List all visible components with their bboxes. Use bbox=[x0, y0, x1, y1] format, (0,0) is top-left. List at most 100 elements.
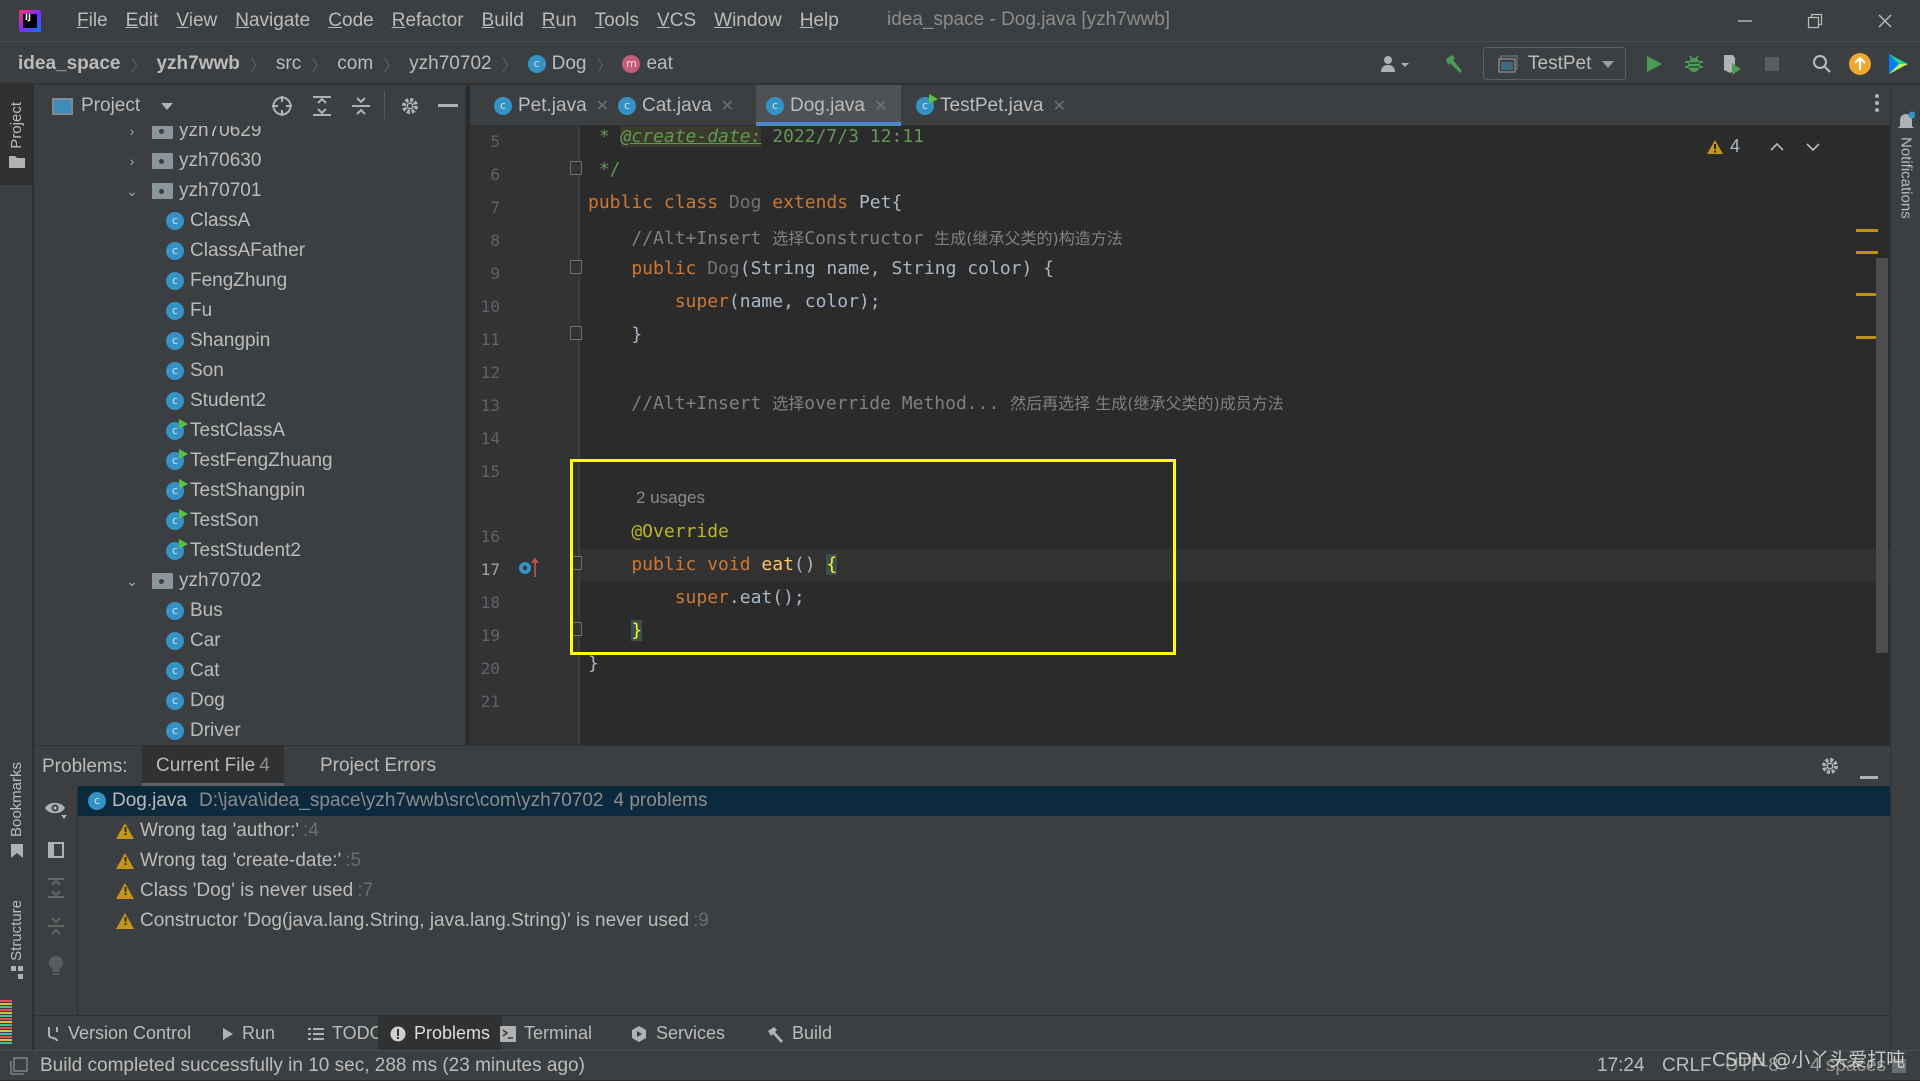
vcs-user-button[interactable] bbox=[1375, 50, 1415, 77]
tree-class[interactable]: c Cat bbox=[166, 656, 220, 686]
hide-problems-button[interactable] bbox=[1860, 764, 1878, 786]
run-configuration-select[interactable]: TestPet bbox=[1483, 47, 1626, 80]
tree-class[interactable]: c TestShangpin bbox=[166, 476, 305, 506]
tree-class[interactable]: c Driver bbox=[166, 716, 241, 745]
chevron-right-icon[interactable]: › bbox=[124, 153, 140, 169]
restore-button[interactable] bbox=[1785, 0, 1845, 42]
code-with-me-button[interactable] bbox=[1884, 50, 1912, 77]
editor-tab-testpet[interactable]: c TestPet.java ✕ bbox=[906, 85, 1080, 126]
menu-build[interactable]: Build bbox=[473, 10, 533, 32]
tree-class[interactable]: c Car bbox=[166, 626, 221, 656]
inspection-widget[interactable]: 4 bbox=[1706, 136, 1820, 157]
chevron-down-icon[interactable]: ⌄ bbox=[124, 573, 140, 590]
problem-file-row[interactable]: c Dog.java D:\java\idea_space\yzh7wwb\sr… bbox=[78, 786, 1890, 816]
tool-window-run[interactable]: Run bbox=[210, 1016, 287, 1051]
menu-window[interactable]: Window bbox=[705, 10, 791, 32]
warning-marker[interactable] bbox=[1856, 229, 1878, 232]
menu-view[interactable]: View bbox=[167, 10, 226, 32]
tree-folder[interactable]: ⌄ yzh70702 bbox=[124, 566, 261, 596]
run-button[interactable] bbox=[1640, 50, 1668, 77]
tree-class[interactable]: c ClassA bbox=[166, 206, 250, 236]
close-tab-icon[interactable]: ✕ bbox=[874, 96, 887, 116]
menu-vcs[interactable]: VCS bbox=[648, 10, 705, 32]
menu-file[interactable]: File bbox=[68, 10, 117, 32]
intellij-logo-icon[interactable]: IJ bbox=[19, 10, 41, 32]
problems-tab-current-file[interactable]: Current File 4 bbox=[142, 746, 284, 786]
warning-marker[interactable] bbox=[1856, 251, 1878, 254]
tool-window-terminal[interactable]: Terminal bbox=[488, 1016, 604, 1051]
menu-run[interactable]: Run bbox=[533, 10, 586, 32]
editor-scrollbar[interactable] bbox=[1876, 258, 1888, 653]
breadcrumb-item[interactable]: src bbox=[276, 53, 301, 75]
tree-class[interactable]: c TestStudent2 bbox=[166, 536, 301, 566]
hide-panel-button[interactable] bbox=[437, 95, 459, 117]
tree-class[interactable]: c TestFengZhuang bbox=[166, 446, 333, 476]
tree-class[interactable]: c Shangpin bbox=[166, 326, 270, 356]
menu-edit[interactable]: Edit bbox=[117, 10, 168, 32]
tree-class[interactable]: c Fu bbox=[166, 296, 212, 326]
problems-tab-project-errors[interactable]: Project Errors bbox=[306, 746, 450, 786]
more-tabs-button[interactable] bbox=[1874, 93, 1880, 119]
preview-toggle-button[interactable] bbox=[44, 838, 68, 862]
breadcrumb-item[interactable]: yzh70702 bbox=[409, 53, 491, 75]
breadcrumb-item[interactable]: yzh7wwb bbox=[156, 53, 239, 75]
breadcrumb-item[interactable]: idea_space bbox=[18, 53, 120, 75]
tree-folder[interactable]: › yzh70629 bbox=[124, 126, 261, 146]
menu-navigate[interactable]: Navigate bbox=[226, 10, 319, 32]
breadcrumb-item[interactable]: c Dog bbox=[527, 53, 586, 75]
build-project-button[interactable] bbox=[1440, 50, 1468, 77]
tree-class[interactable]: c TestClassA bbox=[166, 416, 285, 446]
toggle-tool-windows-button[interactable] bbox=[10, 1057, 28, 1081]
close-tab-icon[interactable]: ✕ bbox=[1053, 96, 1066, 116]
tree-class[interactable]: c FengZhung bbox=[166, 266, 287, 296]
quick-fix-button[interactable] bbox=[44, 954, 68, 978]
debug-button[interactable] bbox=[1680, 50, 1708, 77]
tree-class[interactable]: c ClassAFather bbox=[166, 236, 305, 266]
chevron-down-icon[interactable] bbox=[1806, 142, 1820, 152]
warning-marker[interactable] bbox=[1856, 336, 1878, 339]
update-button[interactable] bbox=[1846, 50, 1874, 77]
expand-all-button[interactable] bbox=[311, 95, 333, 117]
menu-refactor[interactable]: Refactor bbox=[383, 10, 473, 32]
project-tool-tab[interactable]: Project bbox=[0, 85, 33, 185]
tool-window-services[interactable]: Services bbox=[618, 1016, 737, 1051]
code-editor[interactable]: 5 6 7 8 9 10 11 12 13 14 15 16 17 18 19 20 21 * @create-… bbox=[470, 126, 1890, 745]
problems-settings-button[interactable] bbox=[1820, 756, 1840, 782]
caret-position[interactable]: 17:24 bbox=[1597, 1055, 1645, 1077]
status-message[interactable]: Build completed successfully in 10 sec, … bbox=[40, 1055, 585, 1077]
expand-all-button[interactable] bbox=[44, 876, 68, 900]
tree-folder[interactable]: ⌄ yzh70701 bbox=[124, 176, 261, 206]
bookmarks-tool-tab[interactable]: Bookmarks bbox=[0, 755, 33, 865]
run-with-coverage-button[interactable] bbox=[1718, 50, 1746, 77]
chevron-up-icon[interactable] bbox=[1770, 142, 1784, 152]
menu-help[interactable]: Help bbox=[791, 10, 848, 32]
problem-row[interactable]: Constructor 'Dog(java.lang.String, java.… bbox=[116, 906, 1890, 936]
tree-class[interactable]: c TestSon bbox=[166, 506, 259, 536]
menu-tools[interactable]: Tools bbox=[586, 10, 648, 32]
stop-button[interactable] bbox=[1758, 50, 1786, 77]
fold-end-icon[interactable] bbox=[570, 161, 582, 175]
tree-class[interactable]: c Son bbox=[166, 356, 224, 386]
project-view-selector[interactable]: Project bbox=[52, 95, 174, 117]
editor-tab-cat[interactable]: c Cat.java ✕ bbox=[608, 85, 748, 126]
menu-code[interactable]: Code bbox=[319, 10, 382, 32]
close-tab-icon[interactable]: ✕ bbox=[721, 96, 734, 116]
select-opened-file-button[interactable] bbox=[271, 95, 293, 117]
warning-marker[interactable] bbox=[1856, 293, 1878, 296]
chevron-right-icon[interactable]: › bbox=[124, 126, 140, 139]
close-window-button[interactable] bbox=[1855, 0, 1915, 42]
tool-window-version-control[interactable]: Version Control bbox=[34, 1016, 203, 1051]
structure-tool-tab[interactable]: Structure bbox=[0, 885, 33, 995]
breadcrumb-item[interactable]: m eat bbox=[622, 53, 673, 75]
editor-tab-pet[interactable]: c Pet.java ✕ bbox=[484, 85, 623, 126]
problem-row[interactable]: Class 'Dog' is never used:7 bbox=[116, 876, 1890, 906]
minimize-button[interactable] bbox=[1715, 0, 1775, 42]
fold-start-icon[interactable] bbox=[570, 260, 582, 274]
tree-class[interactable]: c Dog bbox=[166, 686, 225, 716]
problem-row[interactable]: Wrong tag 'author:':4 bbox=[116, 816, 1890, 846]
breadcrumb-item[interactable]: com bbox=[337, 53, 373, 75]
search-everywhere-button[interactable] bbox=[1808, 50, 1836, 77]
fold-end-icon[interactable] bbox=[570, 326, 582, 340]
collapse-all-button[interactable] bbox=[44, 914, 68, 938]
editor-tab-dog[interactable]: c Dog.java ✕ bbox=[756, 85, 902, 126]
